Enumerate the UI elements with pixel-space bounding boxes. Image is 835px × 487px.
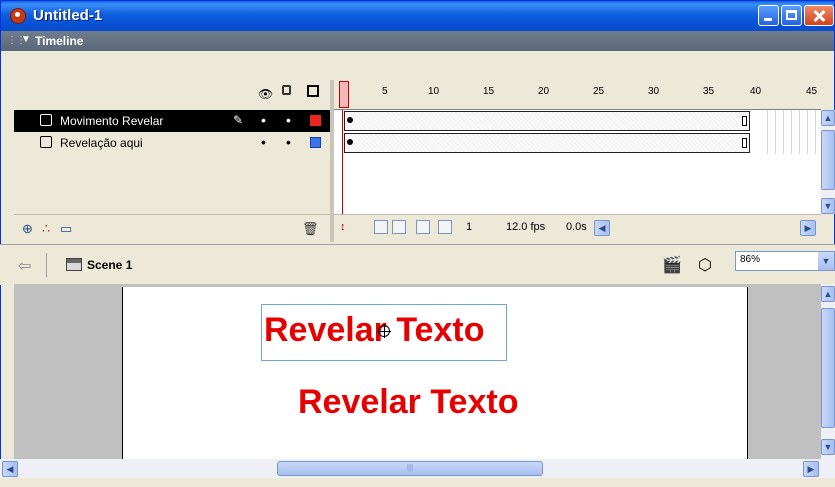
zoom-value: 86% [740, 254, 761, 265]
ruler-number: 40 [750, 86, 762, 97]
collapse-arrow-icon[interactable]: ▼ [21, 34, 31, 45]
separator [46, 253, 47, 277]
timeline-panel-header[interactable]: ⋮⋮ ▼ Timeline [1, 31, 834, 51]
onion-skin-outlines-icon[interactable] [392, 220, 406, 234]
scroll-left-button[interactable]: ◀ [2, 461, 18, 477]
layer-icon [40, 136, 52, 148]
scene-icon [66, 258, 82, 271]
layer-row-revelacao-aqui[interactable]: Revelação aqui • • [14, 132, 330, 154]
scroll-up-button[interactable]: ▲ [821, 110, 835, 126]
layer-name: Revelação aqui [60, 136, 143, 150]
registration-point-icon [377, 324, 391, 338]
visibility-dot[interactable]: • [261, 134, 266, 150]
elapsed-time: 0.0s [566, 221, 587, 233]
playhead[interactable] [339, 81, 349, 108]
layer-header: 👁 [14, 80, 330, 110]
back-arrow-icon[interactable]: ⇦ [18, 256, 31, 276]
playhead-line [342, 110, 343, 214]
zoom-select[interactable]: 86% ▼ [735, 251, 835, 271]
tween-span-layer-1[interactable] [344, 111, 750, 131]
outline-icon[interactable] [307, 85, 319, 97]
layer-list-empty-area [14, 154, 330, 214]
insert-layer-icon[interactable]: ⊕ [22, 221, 33, 237]
lock-dot[interactable]: • [286, 134, 291, 150]
keyframe[interactable] [347, 117, 353, 123]
insert-folder-icon[interactable]: ▭ [60, 221, 72, 237]
tween-span-layer-2[interactable] [344, 133, 750, 153]
visibility-dot[interactable]: • [261, 112, 266, 128]
timeline-label: Timeline [35, 34, 84, 48]
pencil-icon: ✎ [233, 113, 244, 127]
eye-icon[interactable]: 👁 [258, 87, 273, 101]
edit-symbol-icon[interactable]: ⬡ [698, 255, 712, 275]
ruler-number: 5 [382, 86, 388, 97]
scroll-thumb[interactable] [821, 308, 835, 428]
chevron-down-icon[interactable]: ▼ [818, 252, 834, 270]
close-button[interactable] [804, 5, 834, 26]
window-title: Untitled-1 [33, 7, 103, 24]
trash-icon[interactable]: 🗑 [302, 221, 319, 237]
flash-app-icon [10, 8, 26, 24]
end-frame[interactable] [742, 116, 747, 126]
ruler-number: 10 [428, 86, 440, 97]
add-motion-guide-icon[interactable]: ∴ [42, 221, 50, 237]
ruler-number: 45 [806, 86, 818, 97]
ruler-number: 30 [648, 86, 660, 97]
lock-dot[interactable]: • [286, 112, 291, 128]
layer-row-movimento-revelar[interactable]: Movimento Revelar ✎ • • [14, 110, 330, 132]
empty-frames[interactable] [760, 110, 820, 154]
stage-vertical-scrollbar[interactable]: ▲ ▼ [821, 284, 835, 459]
scroll-right-button[interactable]: ▶ [800, 220, 816, 236]
stage-horizontal-scrollbar[interactable]: ◀ ||| ▶ [0, 459, 835, 478]
scroll-down-button[interactable]: ▼ [821, 439, 835, 455]
frame-grid[interactable] [334, 110, 821, 214]
frame-rate: 12.0 fps [506, 221, 546, 233]
title-bar[interactable]: Untitled-1 [1, 1, 834, 31]
edit-scene-icon[interactable]: 🎬 [662, 255, 682, 275]
ruler-number: 20 [538, 86, 550, 97]
layer-name: Movimento Revelar [60, 114, 164, 128]
layer-icon [40, 114, 52, 126]
window-bottom-border [0, 478, 835, 487]
layer-toolbar: ⊕ ∴ ▭ 🗑 [14, 214, 330, 243]
stage-text-top[interactable]: Revelar Texto [264, 311, 484, 350]
lock-icon[interactable] [282, 85, 291, 95]
scroll-down-button[interactable]: ▼ [821, 198, 835, 214]
scroll-thumb[interactable]: ||| [277, 461, 543, 476]
keyframe[interactable] [347, 139, 353, 145]
minimize-button[interactable] [758, 5, 779, 26]
ruler-number: 25 [593, 86, 605, 97]
timeline-vertical-scrollbar[interactable]: ▲ ▼ [821, 110, 835, 214]
ruler-number: 35 [703, 86, 715, 97]
scroll-up-button[interactable]: ▲ [821, 286, 835, 302]
edit-multiple-frames-icon[interactable] [416, 220, 430, 234]
scroll-thumb[interactable] [821, 130, 835, 190]
stage-text-bottom[interactable]: Revelar Texto [298, 383, 518, 422]
ruler-number: 15 [483, 86, 495, 97]
end-frame[interactable] [742, 138, 747, 148]
frame-ruler[interactable]: 1 5 10 15 20 25 30 35 40 45 [334, 80, 821, 110]
current-frame: 1 [466, 221, 473, 233]
onion-skin-icon[interactable] [374, 220, 388, 234]
layer-color-swatch[interactable] [310, 137, 321, 148]
maximize-button[interactable] [781, 5, 802, 26]
center-frame-icon[interactable]: ↕ [340, 221, 346, 233]
modify-onion-markers-icon[interactable] [438, 220, 452, 234]
scene-name[interactable]: Scene 1 [87, 258, 132, 272]
timeline-status-bar: ↕ 1 12.0 fps 0.0s ◀ ▶ [334, 214, 821, 243]
scroll-right-button[interactable]: ▶ [803, 461, 819, 477]
scroll-left-button[interactable]: ◀ [594, 220, 610, 236]
layer-color-swatch[interactable] [310, 115, 321, 126]
edit-bar: ⇦ Scene 1 🎬 ⬡ [0, 244, 835, 285]
